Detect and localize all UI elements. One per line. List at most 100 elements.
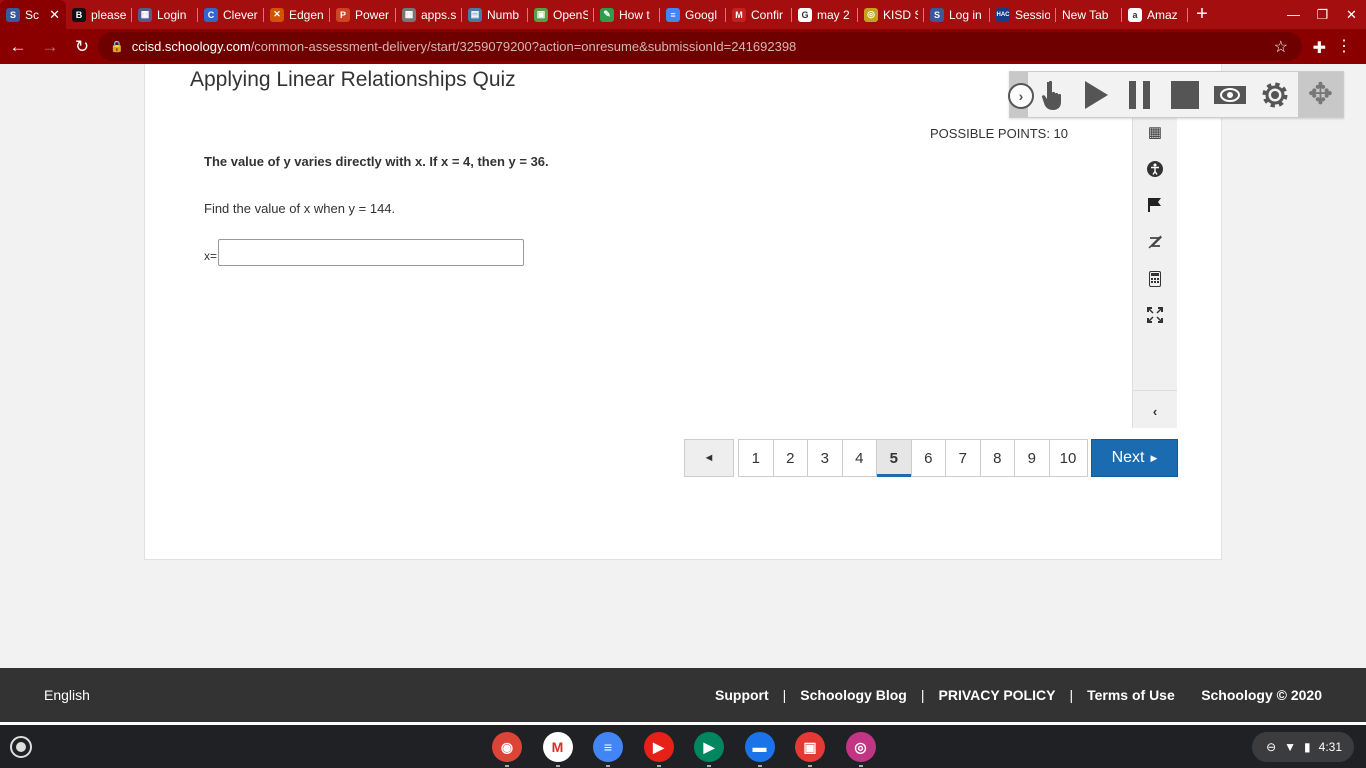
collapse-tools-icon[interactable]: ‹ [1133, 399, 1177, 423]
browser-tab[interactable]: ✕ Edgen [264, 0, 330, 29]
browser-menu-icon[interactable]: ⋮ [1336, 36, 1352, 56]
page-number-button[interactable]: 9 [1015, 440, 1050, 476]
tab-favicon-icon: ✎ [600, 7, 614, 22]
quiz-title: Applying Linear Relationships Quiz [190, 68, 516, 91]
previous-question-button[interactable]: ◄ [684, 439, 734, 477]
browser-tab[interactable]: ▦ Login [132, 0, 198, 29]
settings-gear-icon[interactable] [1256, 76, 1294, 114]
tab-favicon-icon: M [732, 7, 746, 22]
accessibility-icon[interactable] [1133, 157, 1177, 181]
tab-title: may 2 [817, 7, 850, 22]
bookmark-star-icon[interactable]: ☆ [1274, 37, 1288, 57]
tab-title: Sc [25, 7, 40, 22]
browser-tab[interactable]: a Amaz [1122, 0, 1188, 29]
restore-icon[interactable]: ❐ [1308, 0, 1337, 29]
calculator-icon[interactable] [1133, 267, 1177, 291]
browser-tab[interactable]: ✎ How t [594, 0, 660, 29]
close-tab-icon[interactable]: ✕ [49, 7, 60, 23]
tab-title: Clever [223, 7, 258, 22]
click-to-speak-icon[interactable] [1034, 76, 1072, 114]
youtube-icon[interactable]: ▶ [643, 732, 674, 767]
forward-icon[interactable]: → [36, 33, 64, 61]
language-selector[interactable]: English [44, 687, 90, 703]
reload-icon[interactable]: ↻ [68, 33, 96, 61]
page-viewport: Applying Linear Relationships Quiz POSSI… [0, 64, 1366, 668]
flag-icon[interactable] [1133, 193, 1177, 217]
chrome-icon[interactable]: ◉ [492, 732, 522, 767]
browser-tab[interactable]: Gmay 2 [792, 0, 858, 29]
browser-tab[interactable]: P Power [330, 0, 396, 29]
browser-tab[interactable]: Bplease [66, 0, 132, 29]
browser-tab[interactable]: New Tab [1056, 0, 1122, 29]
tab-title: please [91, 7, 126, 22]
page-number-button[interactable]: 7 [946, 440, 981, 476]
browser-tab[interactable]: ▦ apps.s [396, 0, 462, 29]
footer-link[interactable]: PRIVACY POLICY [939, 687, 1056, 703]
tab-title: Googl [685, 7, 718, 22]
browser-tab[interactable]: S Sc ✕ [0, 0, 66, 29]
back-icon[interactable]: ← [4, 33, 32, 61]
next-question-button[interactable]: Next ▶ [1091, 439, 1178, 477]
gallery-icon[interactable]: ▣ [795, 732, 825, 767]
tab-title: How t [619, 7, 650, 22]
toolbar-collapse-icon[interactable]: › [1008, 83, 1034, 109]
page-number-button[interactable]: 6 [912, 440, 946, 476]
browser-tab[interactable]: S Log in [924, 0, 990, 29]
files-icon[interactable]: ▬ [744, 732, 775, 767]
fullscreen-icon[interactable] [1133, 303, 1177, 327]
gmail-icon[interactable]: M [542, 732, 573, 767]
page-number-button[interactable]: 3 [808, 440, 843, 476]
footer-separator: | [782, 687, 787, 703]
wifi-icon: ▼ [1284, 740, 1297, 754]
pause-icon[interactable] [1121, 76, 1159, 114]
battery-icon: ▮ [1304, 740, 1311, 754]
extensions-icon[interactable]: ✚ [1313, 38, 1326, 58]
launcher-icon[interactable] [10, 736, 32, 758]
new-tab-button[interactable]: + [1188, 3, 1216, 26]
tab-title: OpenS [553, 7, 588, 22]
tab-favicon-icon: ▤ [468, 7, 482, 22]
tab-favicon-icon: C [204, 7, 218, 22]
play-icon[interactable] [1077, 76, 1115, 114]
browser-tab[interactable]: ≡ Googl [660, 0, 726, 29]
browser-tab[interactable]: ▤ Numb [462, 0, 528, 29]
footer-separator: | [1069, 687, 1074, 703]
footer-link[interactable]: Schoology Blog [800, 687, 907, 703]
move-toolbar-icon[interactable]: ✥ [1298, 72, 1343, 117]
footer-link[interactable]: Terms of Use [1087, 687, 1175, 703]
page-number-button[interactable]: 4 [843, 440, 877, 476]
minimize-icon[interactable]: — [1279, 0, 1308, 29]
page-number-button[interactable]: 5 [877, 440, 912, 477]
page-number-button[interactable]: 1 [739, 440, 774, 476]
docs-icon[interactable]: ≡ [593, 732, 623, 767]
reference-table-icon[interactable]: ▦ [1133, 120, 1177, 144]
browser-tab[interactable]: HAC Sessio [990, 0, 1056, 29]
tab-title: Power [355, 7, 390, 22]
instagram-icon[interactable]: ◎ [845, 732, 876, 767]
eliminate-choice-icon[interactable] [1133, 230, 1177, 254]
browser-tab[interactable]: ◎ KISD S [858, 0, 924, 29]
tab-favicon-icon: S [930, 7, 944, 22]
page-number-button[interactable]: 10 [1050, 440, 1087, 476]
close-window-icon[interactable]: ✕ [1337, 0, 1366, 29]
tab-title: New Tab [1062, 7, 1109, 22]
browser-tab[interactable]: C Clever [198, 0, 264, 29]
window-controls: — ❐ ✕ [1279, 0, 1366, 29]
play-store-icon[interactable]: ▶ [694, 732, 724, 767]
tab-favicon-icon: ▦ [138, 7, 152, 22]
tab-title: Amaz [1147, 7, 1178, 22]
copyright: Schoology © 2020 [1201, 687, 1322, 703]
footer-link[interactable]: Support [715, 687, 769, 703]
answer-label: x= [204, 249, 218, 263]
page-number-button[interactable]: 2 [774, 440, 808, 476]
browser-tab[interactable]: ▣ OpenS [528, 0, 594, 29]
question-statement: The value of y varies directly with x. I… [204, 154, 549, 169]
answer-input[interactable] [218, 239, 524, 266]
url-bar[interactable]: 🔒 ccisd.schoology.com/common-assessment-… [98, 32, 1302, 61]
screen-mask-icon[interactable] [1211, 76, 1249, 114]
browser-tab-strip: S Sc ✕ Bplease ▦ Login C Clever ✕ Edgen P Power ▦ app… [0, 0, 1366, 29]
browser-tab[interactable]: M Confir [726, 0, 792, 29]
status-tray[interactable]: ⊖ ▼ ▮ 4:31 [1252, 732, 1354, 762]
page-number-button[interactable]: 8 [981, 440, 1015, 476]
stop-icon[interactable] [1166, 76, 1204, 114]
